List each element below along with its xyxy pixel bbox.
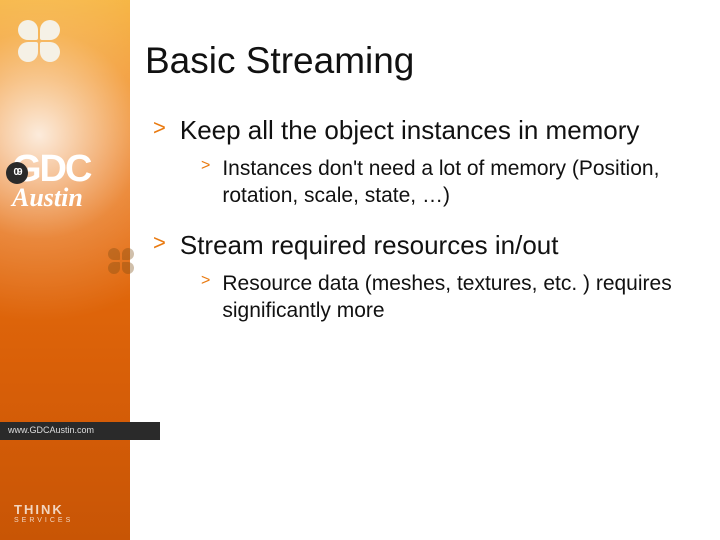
slide-title: Basic Streaming (145, 40, 700, 82)
bullet-level2: > Instances don't need a lot of memory (… (145, 155, 700, 210)
think-services-logo: THINK SERVICES (14, 503, 73, 524)
bullet-level2: > Resource data (meshes, textures, etc. … (145, 270, 700, 325)
bullet-level1: > Keep all the object instances in memor… (145, 114, 700, 147)
url-bar: www.GDCAustin.com (0, 422, 160, 440)
bullet-text: Instances don't need a lot of memory (Po… (222, 155, 700, 210)
sidebar: 09 GDC Austin THINK SERVICES (0, 0, 130, 540)
bullet-icon: > (153, 229, 166, 257)
bullet-icon: > (201, 270, 210, 292)
gdc-logo: 09 GDC Austin (12, 150, 120, 209)
bullet-text: Stream required resources in/out (180, 229, 559, 262)
bullet-text: Keep all the object instances in memory (180, 114, 640, 147)
url-text: www.GDCAustin.com (8, 425, 94, 435)
think-line2: SERVICES (14, 517, 73, 524)
slide: 09 GDC Austin THINK SERVICES www.GDCAust… (0, 0, 720, 540)
bullet-icon: > (153, 114, 166, 142)
bullet-text: Resource data (meshes, textures, etc. ) … (222, 270, 700, 325)
year-badge: 09 (6, 162, 28, 184)
think-line1: THINK (14, 502, 64, 517)
slide-content: Basic Streaming > Keep all the object in… (145, 40, 700, 344)
clover-small-icon (108, 248, 136, 276)
bullet-level1: > Stream required resources in/out (145, 229, 700, 262)
bullet-icon: > (201, 155, 210, 177)
clover-icon (18, 20, 62, 64)
